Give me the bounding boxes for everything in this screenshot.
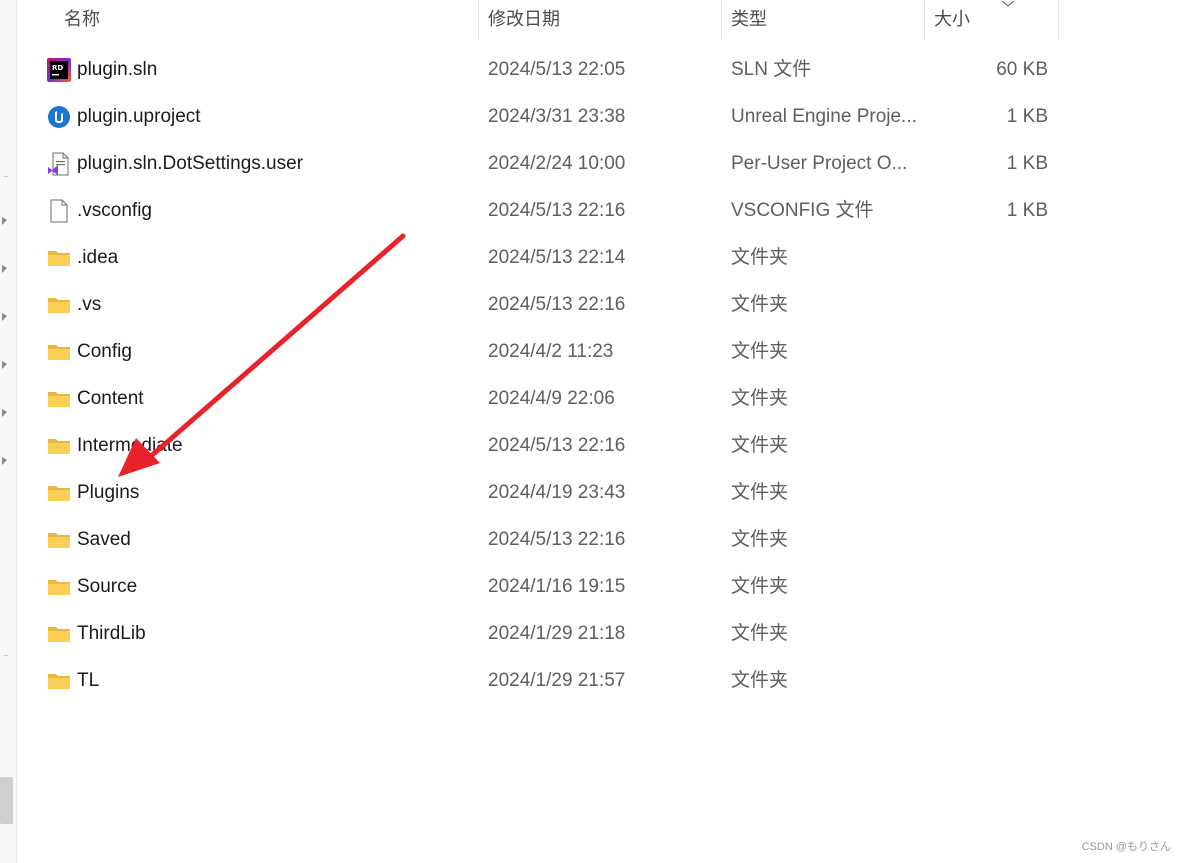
file-size: 1 KB [1006, 153, 1048, 174]
pin-icon [2, 265, 7, 273]
file-row[interactable]: RD plugin.sln 2024/5/13 22:05 SLN 文件 60 … [16, 46, 1059, 93]
folder-name[interactable]: .idea [77, 234, 477, 281]
file-size: 60 KB [996, 59, 1048, 80]
column-divider[interactable] [721, 0, 722, 40]
folder-icon [48, 298, 70, 313]
file-type: 文件夹 [731, 670, 789, 691]
file-date: 2024/1/29 21:18 [488, 623, 626, 644]
folder-row[interactable]: Source 2024/1/16 19:15 文件夹 [16, 563, 1059, 610]
file-type: VSCONFIG 文件 [731, 200, 874, 221]
folder-icon [48, 580, 70, 595]
file-type: 文件夹 [731, 247, 789, 268]
file-date: 2024/5/13 22:14 [488, 247, 626, 268]
file-type: 文件夹 [731, 294, 789, 315]
pin-icon [2, 457, 7, 465]
file-size: 1 KB [1006, 200, 1048, 221]
file-name[interactable]: plugin.uproject [77, 93, 477, 140]
column-header-name[interactable]: 名称 [56, 0, 478, 40]
watermark: CSDN @もりさん [1081, 841, 1171, 853]
pin-icon [2, 409, 7, 417]
file-date: 2024/3/31 23:38 [488, 106, 626, 127]
file-row[interactable]: plugin.uproject 2024/3/31 23:38 Unreal E… [16, 93, 1059, 140]
file-date: 2024/1/29 21:57 [488, 670, 626, 691]
unreal-engine-icon [48, 106, 70, 128]
folder-row[interactable]: Content 2024/4/9 22:06 文件夹 [16, 375, 1059, 422]
visual-studio-file-icon [48, 152, 69, 176]
file-date: 2024/5/13 22:16 [488, 294, 626, 315]
column-header-date[interactable]: 修改日期 [480, 0, 721, 40]
folder-icon [48, 251, 70, 266]
folder-row[interactable]: Intermediate 2024/5/13 22:16 文件夹 [16, 422, 1059, 469]
folder-icon [48, 627, 70, 642]
folder-row[interactable]: Plugins 2024/4/19 23:43 文件夹 [16, 469, 1059, 516]
file-date: 2024/5/13 22:16 [488, 435, 626, 456]
file-type: 文件夹 [731, 623, 789, 644]
file-date: 2024/2/24 10:00 [488, 153, 626, 174]
column-header-size[interactable]: 大小 [926, 0, 1058, 40]
file-date: 2024/1/16 19:15 [488, 576, 626, 597]
column-divider[interactable] [478, 0, 479, 40]
scrollbar-thumb[interactable] [0, 777, 13, 824]
folder-name[interactable]: ThirdLib [77, 610, 477, 657]
rider-sln-icon: RD [47, 58, 71, 82]
folder-row[interactable]: Saved 2024/5/13 22:16 文件夹 [16, 516, 1059, 563]
file-row[interactable]: .vsconfig 2024/5/13 22:16 VSCONFIG 文件 1 … [16, 187, 1059, 234]
folder-name[interactable]: Content [77, 375, 477, 422]
pin-icon [2, 361, 7, 369]
folder-row[interactable]: .idea 2024/5/13 22:14 文件夹 [16, 234, 1059, 281]
column-header-bar: 名称 修改日期 类型 大小 [16, 0, 1059, 40]
folder-icon [48, 674, 70, 689]
file-type: Per-User Project O... [731, 153, 908, 174]
file-type: 文件夹 [731, 341, 789, 362]
folder-row[interactable]: Config 2024/4/2 11:23 文件夹 [16, 328, 1059, 375]
folder-icon [48, 533, 70, 548]
pane-divider [4, 655, 8, 656]
file-date: 2024/4/9 22:06 [488, 388, 615, 409]
pin-icon [2, 313, 7, 321]
file-type: 文件夹 [731, 388, 789, 409]
file-type: 文件夹 [731, 482, 789, 503]
file-type: SLN 文件 [731, 59, 812, 80]
file-date: 2024/4/2 11:23 [488, 341, 614, 362]
navigation-pane-edge [0, 0, 17, 863]
folder-name[interactable]: Source [77, 563, 477, 610]
folder-name[interactable]: TL [77, 657, 477, 704]
file-type: 文件夹 [731, 435, 789, 456]
folder-row[interactable]: .vs 2024/5/13 22:16 文件夹 [16, 281, 1059, 328]
file-type: 文件夹 [731, 529, 789, 550]
svg-text:RD: RD [52, 64, 63, 72]
folder-icon [48, 439, 70, 454]
file-type: 文件夹 [731, 576, 789, 597]
file-date: 2024/5/13 22:16 [488, 200, 626, 221]
folder-name[interactable]: Plugins [77, 469, 477, 516]
folder-icon [48, 486, 70, 501]
folder-row[interactable]: ThirdLib 2024/1/29 21:18 文件夹 [16, 610, 1059, 657]
column-divider[interactable] [1058, 0, 1059, 40]
folder-name[interactable]: Config [77, 328, 477, 375]
pane-divider [4, 176, 8, 177]
file-type: Unreal Engine Proje... [731, 106, 917, 127]
column-header-type[interactable]: 类型 [723, 0, 924, 40]
file-name[interactable]: plugin.sln [77, 46, 477, 93]
folder-icon [48, 392, 70, 407]
column-divider[interactable] [924, 0, 925, 40]
folder-name[interactable]: .vs [77, 281, 477, 328]
folder-name[interactable]: Saved [77, 516, 477, 563]
pin-icon [2, 217, 7, 225]
file-name[interactable]: .vsconfig [77, 187, 477, 234]
sort-chevron-icon [1001, 0, 1015, 7]
file-name[interactable]: plugin.sln.DotSettings.user [77, 140, 477, 187]
folder-name[interactable]: Intermediate [77, 422, 477, 469]
file-size: 1 KB [1006, 106, 1048, 127]
blank-file-icon [50, 199, 68, 223]
file-date: 2024/4/19 23:43 [488, 482, 626, 503]
file-date: 2024/5/13 22:16 [488, 529, 626, 550]
file-row[interactable]: plugin.sln.DotSettings.user 2024/2/24 10… [16, 140, 1059, 187]
folder-icon [48, 345, 70, 360]
folder-row[interactable]: TL 2024/1/29 21:57 文件夹 [16, 657, 1059, 704]
file-date: 2024/5/13 22:05 [488, 59, 626, 80]
